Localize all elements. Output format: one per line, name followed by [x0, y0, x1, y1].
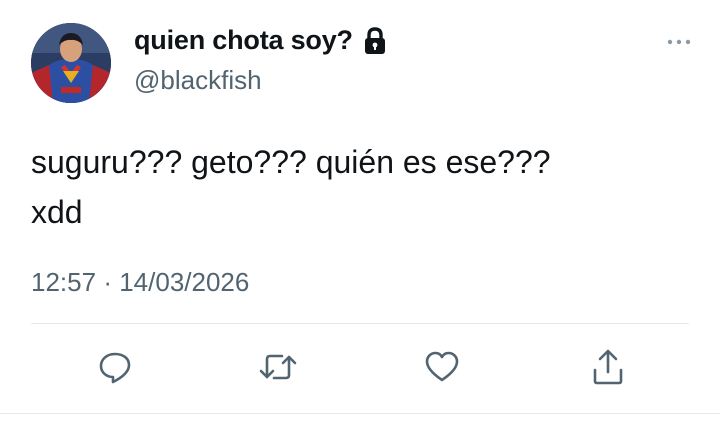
- tweet-text-line: suguru??? geto??? quién es ese???: [31, 144, 551, 180]
- more-options-icon[interactable]: [665, 32, 693, 52]
- reply-icon: [97, 349, 133, 385]
- divider: [0, 413, 720, 414]
- tweet-time: 12:57: [31, 267, 97, 297]
- avatar-image: [31, 23, 111, 103]
- display-name-row[interactable]: quien chota soy?: [134, 25, 387, 56]
- user-handle[interactable]: @blackfish: [134, 65, 262, 96]
- reply-button[interactable]: [95, 345, 135, 389]
- avatar[interactable]: [31, 23, 111, 103]
- tweet-date: 14/03/2026: [119, 267, 250, 297]
- tweet-actions: [0, 345, 720, 395]
- retweet-button[interactable]: [258, 345, 298, 389]
- tweet-timestamp[interactable]: 12:57 · 14/03/2026: [31, 267, 249, 298]
- tweet-text-line: xdd: [31, 194, 83, 230]
- tweet-card: quien chota soy? @blackfish suguru??? ge…: [0, 0, 720, 427]
- like-icon: [423, 349, 461, 385]
- retweet-icon: [258, 349, 298, 385]
- lock-icon: [363, 26, 387, 55]
- tweet-text: suguru??? geto??? quién es ese??? xdd: [31, 137, 681, 237]
- share-button[interactable]: [588, 345, 628, 389]
- share-icon: [590, 348, 626, 386]
- timestamp-separator: ·: [103, 267, 112, 297]
- like-button[interactable]: [422, 345, 462, 389]
- divider: [31, 323, 689, 324]
- display-name[interactable]: quien chota soy?: [134, 25, 353, 56]
